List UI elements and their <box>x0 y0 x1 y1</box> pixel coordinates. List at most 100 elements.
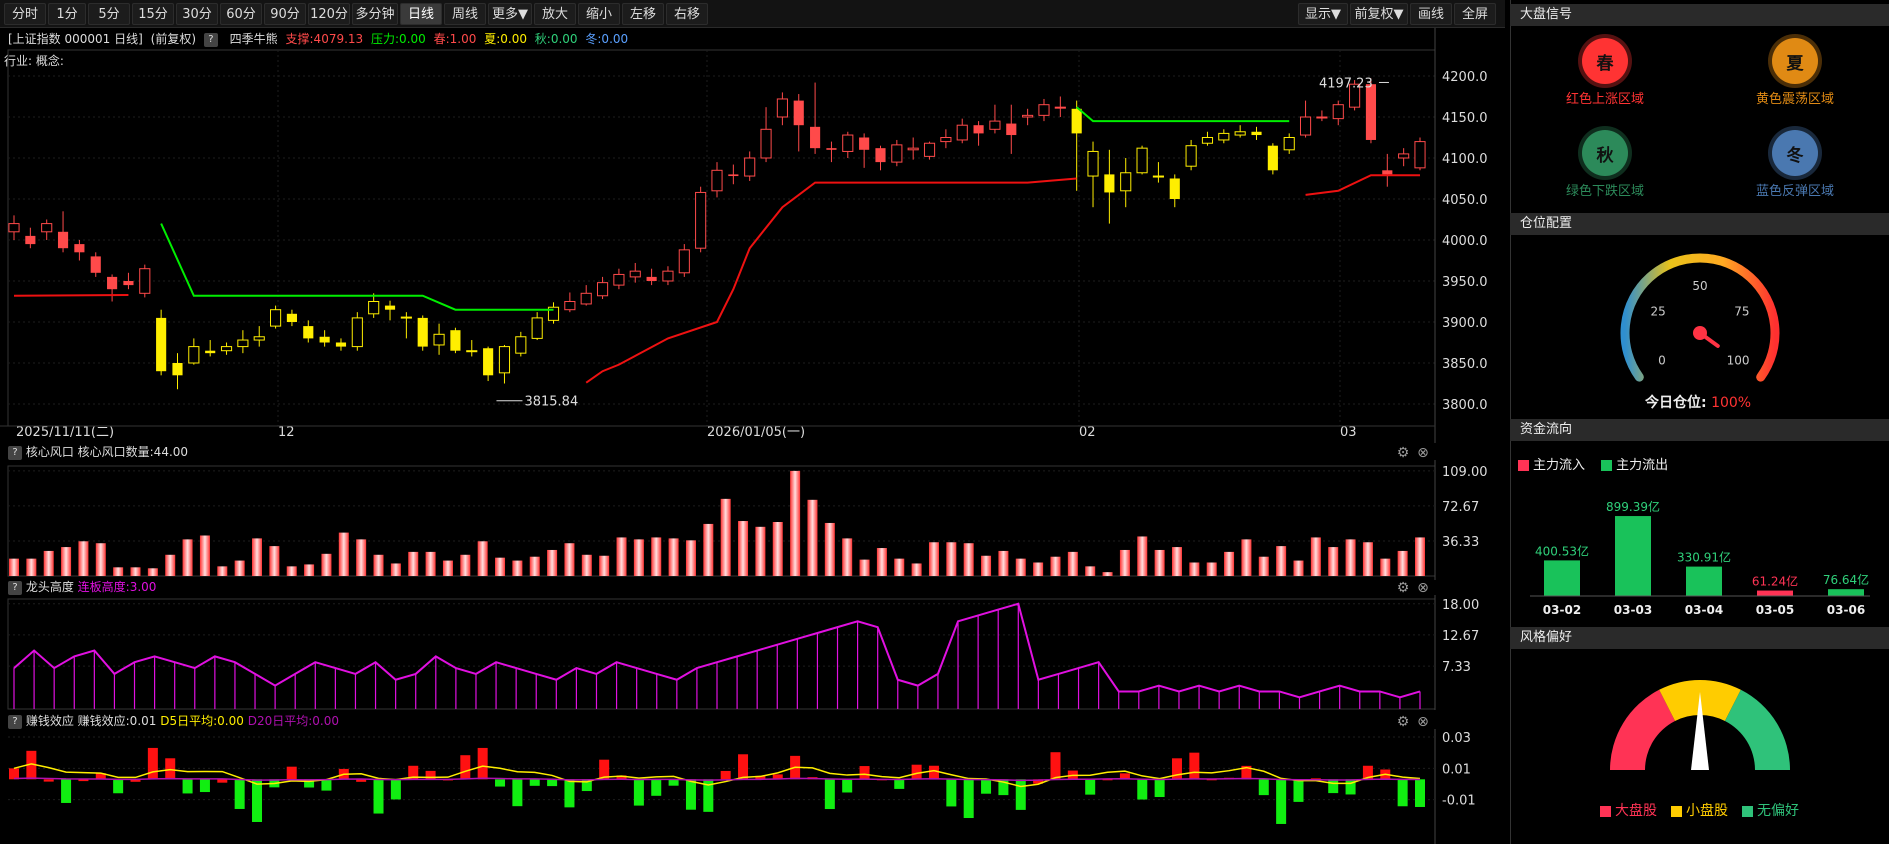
gauge-tick: 50 <box>1692 279 1707 293</box>
candle-body <box>1054 106 1066 109</box>
panel3-close-icon[interactable]: ⊗ <box>1415 714 1431 730</box>
period-button-0[interactable]: 分时 <box>4 3 46 25</box>
candle-body <box>1267 145 1278 171</box>
panel1-bar <box>1310 537 1321 576</box>
panel1-bar <box>61 547 72 576</box>
period-button-14[interactable]: 左移 <box>622 3 664 25</box>
candle-body <box>629 270 641 278</box>
candle-body <box>1136 147 1148 174</box>
candle-body <box>940 137 952 143</box>
y-tick-label: 4150.0 <box>1442 111 1488 126</box>
season-item-3: 冬蓝色反弹区域 <box>1735 130 1855 199</box>
panel3-bar <box>512 779 523 807</box>
season-label: 红色上涨区域 <box>1565 92 1644 107</box>
candle-body <box>123 281 134 286</box>
candle-body <box>483 348 494 376</box>
panel1-bar <box>165 554 176 576</box>
panel1-title: 核心风口 核心风口数量:44.00 <box>25 445 189 459</box>
period-button-10[interactable]: 周线 <box>444 3 486 25</box>
period-button-5[interactable]: 60分 <box>220 3 262 25</box>
period-button-7[interactable]: 120分 <box>308 3 350 25</box>
panel1-settings-icon[interactable]: ⚙ <box>1395 445 1411 461</box>
panel1-bar <box>651 537 662 576</box>
panel1-bar <box>356 539 367 576</box>
candle-body <box>646 276 657 281</box>
period-button-6[interactable]: 90分 <box>264 3 306 25</box>
period-button-2[interactable]: 5分 <box>88 3 130 25</box>
period-button-4[interactable]: 30分 <box>176 3 218 25</box>
panel2-close-icon[interactable]: ⊗ <box>1415 580 1431 596</box>
candle-body <box>776 98 788 118</box>
panel3-bar <box>43 779 54 782</box>
panel3-bar <box>651 779 662 796</box>
panel1-bar <box>703 523 714 576</box>
toolbar-right-button-0[interactable]: 显示▼ <box>1298 3 1348 25</box>
panel3-y-tick: -0.01 <box>1442 794 1476 809</box>
candle-body <box>711 169 723 192</box>
panel1-bar <box>633 539 644 576</box>
panel1-close-icon[interactable]: ⊗ <box>1415 445 1431 461</box>
panel2-y-tick: 7.33 <box>1442 660 1471 675</box>
flow-value: 899.39亿 <box>1606 499 1660 514</box>
panel3-bar <box>1397 779 1408 807</box>
panel1-bar <box>95 543 106 576</box>
y-tick-label: 4200.0 <box>1442 70 1488 85</box>
panel3-bar <box>234 779 245 809</box>
panel1-help-icon[interactable]: ? <box>8 445 22 460</box>
panel1-bar <box>113 567 124 576</box>
panel1-bar <box>824 522 835 576</box>
low-price-label: 3815.84 <box>524 395 578 410</box>
period-button-8[interactable]: 多分钟 <box>352 3 398 25</box>
panel1-bar <box>946 542 957 576</box>
main-grid <box>8 50 1435 426</box>
position-value: 100% <box>1711 395 1752 411</box>
candlestick-chart[interactable]: 4200.0 4150.0 4100.0 4050.0 4000.0 3950.0 3900… <box>0 28 1505 443</box>
period-button-15[interactable]: 右移 <box>666 3 708 25</box>
panel2-help-icon[interactable]: ? <box>8 580 22 595</box>
candle-body <box>172 363 183 376</box>
panel1-bar <box>182 539 193 576</box>
panel1-bar <box>43 550 54 576</box>
panel2-settings-icon[interactable]: ⚙ <box>1395 580 1411 596</box>
panel1-bar <box>1345 539 1356 576</box>
toolbar-right-button-1[interactable]: 前复权▼ <box>1350 3 1408 25</box>
fund-flow-chart: 400.53亿 03-02 899.39亿 03-03 330.91亿 03-04 61.2… <box>1530 499 1870 617</box>
panel3-bar <box>252 779 263 822</box>
candle-body <box>319 336 330 343</box>
period-button-1[interactable]: 1分 <box>48 3 86 25</box>
candle-body <box>450 330 461 351</box>
panel3-d5: D5日平均:0.00 <box>160 714 244 728</box>
season-item-1: 夏黄色震荡区域 <box>1735 38 1855 107</box>
toolbar-right-button-3[interactable]: 全屏 <box>1454 3 1496 25</box>
panel1-bar <box>599 555 610 576</box>
candle-body <box>1038 104 1050 116</box>
candle-body <box>1414 141 1426 169</box>
panel3-bar <box>113 779 124 794</box>
period-button-11[interactable]: 更多▼ <box>488 3 532 25</box>
panel3-bar <box>547 779 558 787</box>
panel1-bar <box>286 566 297 576</box>
panel3-label: ? 赚钱效应 赚钱效应:0.01 D5日平均:0.00 D20日平均:0.00 <box>8 713 339 729</box>
panel1-bar <box>668 538 679 576</box>
candle-body <box>1316 116 1328 119</box>
candle-body <box>695 191 707 249</box>
panel3-settings-icon[interactable]: ⚙ <box>1395 714 1411 730</box>
high-price-label: 4197.23 <box>1319 76 1373 91</box>
panel1-bar <box>1293 560 1304 576</box>
style-title: 风格偏好 <box>1510 627 1889 649</box>
period-button-3[interactable]: 15分 <box>132 3 174 25</box>
style-legend-label: 无偏好 <box>1757 803 1799 819</box>
candle-body <box>253 336 265 341</box>
panel1-label: ? 核心风口 核心风口数量:44.00 <box>8 444 188 460</box>
panel3-bar <box>529 779 540 786</box>
panel1-bar <box>772 522 783 576</box>
style-legend-swatch-icon <box>1742 805 1753 817</box>
style-legend-label: 大盘股 <box>1615 803 1657 819</box>
toolbar-right-button-2[interactable]: 画线 <box>1410 3 1452 25</box>
period-button-13[interactable]: 缩小 <box>578 3 620 25</box>
candle-body <box>220 346 233 352</box>
candle-body <box>107 276 118 290</box>
period-button-12[interactable]: 放大 <box>534 3 576 25</box>
panel3-help-icon[interactable]: ? <box>8 714 22 729</box>
period-button-9[interactable]: 日线 <box>400 3 442 25</box>
